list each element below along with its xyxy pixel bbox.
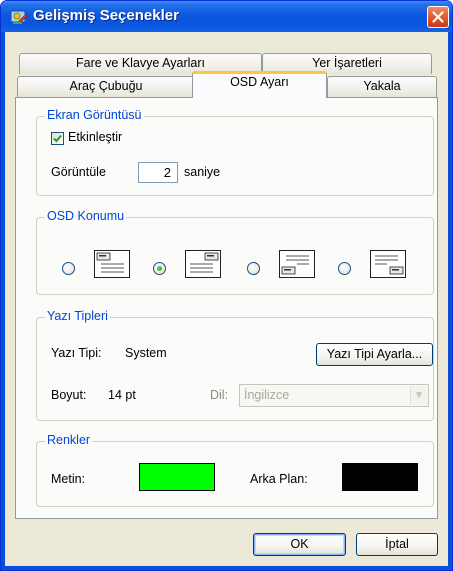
fonts-group: Yazı Tipleri Yazı Tipi: System Yazı Tipi… (36, 309, 434, 421)
options-dialog: Gelişmiş Seçenekler Fare ve Klavye Ayarl… (0, 0, 453, 571)
window-frame-bottom (1, 566, 452, 570)
colors-group: Renkler Metin: Arka Plan: (36, 433, 434, 507)
set-font-button[interactable]: Yazı Tipi Ayarla... (316, 343, 433, 366)
tab-yakala[interactable]: Yakala (327, 76, 437, 97)
position-top-left-radio[interactable] (62, 262, 75, 275)
osd-position-group: OSD Konumu (36, 209, 434, 295)
window-frame-right (448, 32, 452, 570)
screen-bottom-right-icon (370, 250, 406, 278)
display-label: Görüntüle (51, 165, 106, 179)
tab-arac-cubugu[interactable]: Araç Çubuğu (17, 76, 195, 97)
ok-button[interactable]: OK (253, 533, 346, 556)
position-bottom-right-radio[interactable] (338, 262, 351, 275)
tab-label: Yakala (363, 79, 401, 93)
background-color-label: Arka Plan: (250, 472, 308, 486)
screen-top-right-icon (185, 250, 221, 278)
group-title: OSD Konumu (45, 209, 127, 223)
enable-label: Etkinleştir (68, 130, 123, 144)
osd-settings-panel: Ekran Görüntüsü Etkinleştir Görüntüle 2 … (15, 97, 438, 519)
screen-display-group: Ekran Görüntüsü Etkinleştir Görüntüle 2 … (36, 108, 434, 196)
cancel-button[interactable]: İptal (356, 533, 438, 556)
enable-checkbox[interactable] (51, 132, 64, 145)
close-button[interactable] (427, 6, 449, 28)
tab-label: Fare ve Klavye Ayarları (76, 56, 205, 70)
chevron-down-icon: ▼ (410, 386, 427, 405)
check-icon (53, 134, 62, 143)
title-bar[interactable]: Gelişmiş Seçenekler (1, 1, 452, 32)
language-value: İngilizce (244, 388, 290, 402)
language-select[interactable]: İngilizce ▼ (239, 384, 429, 407)
position-top-right-radio[interactable] (153, 262, 166, 275)
group-title: Renkler (45, 433, 93, 447)
position-bottom-left-radio[interactable] (247, 262, 260, 275)
background-color-swatch[interactable] (342, 463, 418, 491)
text-color-swatch[interactable] (139, 463, 215, 491)
group-title: Ekran Görüntüsü (45, 108, 144, 122)
size-label: Boyut: (51, 388, 87, 402)
size-value: 14 pt (108, 388, 136, 402)
screen-bottom-left-icon (279, 250, 315, 278)
font-label: Yazı Tipi: (51, 346, 102, 360)
window-title: Gelişmiş Seçenekler (33, 7, 179, 24)
text-color-label: Metin: (51, 472, 86, 486)
group-title: Yazı Tipleri (45, 309, 110, 323)
seconds-input[interactable]: 2 (138, 162, 178, 183)
tab-osd-ayari[interactable]: OSD Ayarı (192, 71, 327, 98)
tab-label: OSD Ayarı (230, 75, 289, 89)
window-frame-left (1, 32, 5, 570)
screen-top-left-icon (94, 250, 130, 278)
font-value: System (125, 346, 167, 360)
tab-label: Yer İşaretleri (312, 56, 382, 70)
seconds-unit-label: saniye (184, 165, 221, 179)
close-icon (432, 11, 444, 23)
radio-selected-dot (157, 266, 162, 271)
options-app-icon (10, 10, 28, 24)
language-label: Dil: (210, 388, 229, 402)
tab-label: Araç Çubuğu (69, 79, 143, 93)
